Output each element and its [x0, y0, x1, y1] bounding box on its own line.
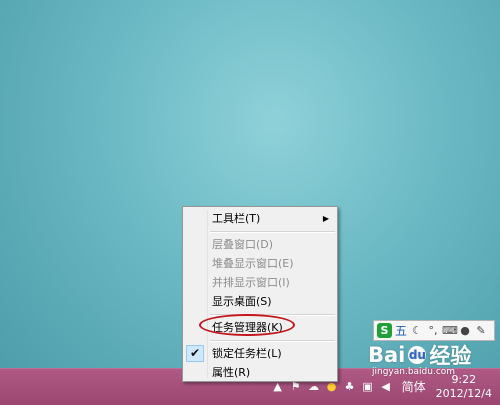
menu-item-label: 堆叠显示窗口(E) — [212, 257, 294, 270]
keyboard-icon[interactable]: ⌨ — [442, 324, 458, 337]
watermark-brand-right: 经验 — [429, 344, 472, 368]
taskbar-context-menu: 工具栏(T) ▶ 层叠窗口(D) 堆叠显示窗口(E) 并排显示窗口(I) 显示桌… — [182, 206, 338, 382]
sogou-logo-icon[interactable]: S — [377, 323, 392, 338]
user-icon[interactable]: ● — [458, 324, 472, 337]
menu-separator — [210, 231, 335, 233]
menu-item-label: 层叠窗口(D) — [212, 238, 274, 251]
menu-item-properties[interactable]: 属性(R) — [183, 363, 337, 382]
wrench-icon[interactable]: ✎ — [474, 324, 488, 337]
menu-item-label: 锁定任务栏(L) — [212, 347, 282, 360]
menu-item-show-windows-side-by-side[interactable]: 并排显示窗口(I) — [183, 273, 337, 292]
show-hidden-icons-icon[interactable]: ▲ — [272, 381, 284, 393]
flag-icon[interactable]: ⚑ — [290, 381, 302, 393]
moon-icon[interactable]: ☾ — [410, 324, 424, 337]
watermark-brand-left: Bai — [368, 343, 406, 367]
watermark-logo: Bai du 经验 — [368, 340, 471, 370]
submenu-arrow-icon: ▶ — [322, 214, 329, 223]
network-icon[interactable]: ▣ — [362, 381, 374, 393]
menu-item-label: 属性(R) — [212, 366, 251, 379]
menu-item-toolbars[interactable]: 工具栏(T) ▶ — [183, 209, 337, 228]
ime-mode-indicator[interactable]: 五 — [394, 322, 408, 339]
baidu-jingyan-watermark: Bai du 经验 jingyan.baidu.com — [368, 340, 471, 377]
menu-item-cascade-windows[interactable]: 层叠窗口(D) — [183, 235, 337, 254]
menu-item-label: 并排显示窗口(I) — [212, 276, 290, 289]
menu-item-label: 显示桌面(S) — [212, 295, 272, 308]
paw-icon: du — [408, 346, 427, 364]
qq-penguin-icon[interactable]: ♣ — [344, 381, 356, 393]
ime-toolbar[interactable]: S 五 ☾ °, ⌨ ● ✎ — [373, 320, 495, 341]
punctuation-icon[interactable]: °, — [426, 324, 440, 337]
annotation-ellipse — [199, 314, 295, 336]
ime-language-indicator[interactable]: 简体 — [402, 378, 426, 395]
menu-separator — [210, 340, 335, 342]
volume-icon[interactable]: ◀ — [380, 381, 392, 393]
clock-date: 2012/12/4 — [435, 386, 492, 400]
menu-item-label: 工具栏(T) — [212, 212, 261, 225]
checkmark-icon: ✔ — [186, 345, 204, 362]
menu-item-lock-taskbar[interactable]: ✔ 锁定任务栏(L) — [183, 344, 337, 363]
menu-item-show-windows-stacked[interactable]: 堆叠显示窗口(E) — [183, 254, 337, 273]
cloud-icon[interactable]: ☁ — [308, 381, 320, 393]
menu-item-show-desktop[interactable]: 显示桌面(S) — [183, 292, 337, 311]
security-app-icon[interactable]: ● — [326, 381, 338, 393]
